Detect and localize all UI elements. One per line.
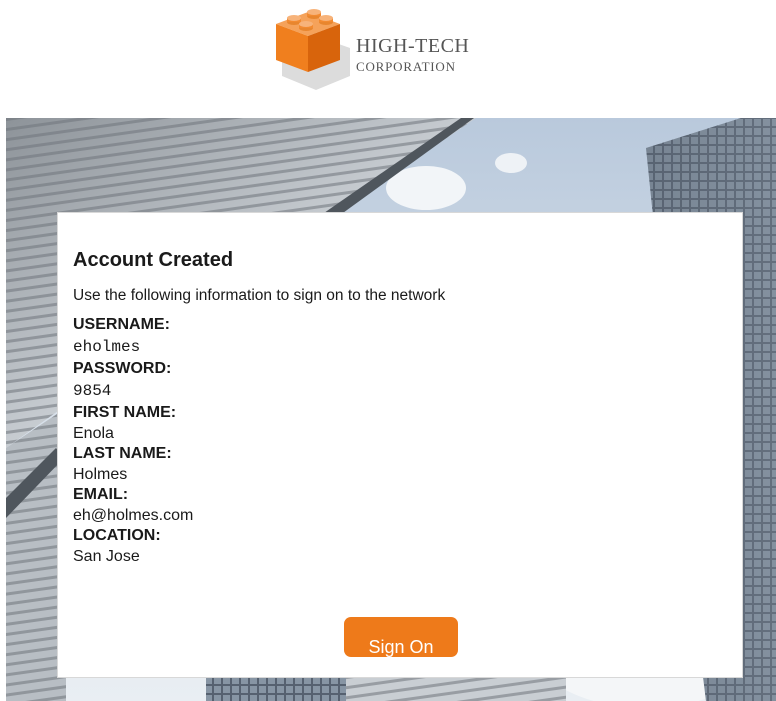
username-value: eholmes bbox=[73, 338, 141, 356]
last-name-value: Holmes bbox=[73, 466, 128, 483]
first-name-value: Enola bbox=[73, 425, 114, 442]
password-label: PASSWORD: bbox=[73, 360, 172, 377]
company-logo: HIGH-TECH CORPORATION bbox=[272, 6, 502, 90]
sign-on-button[interactable]: Sign On bbox=[344, 617, 458, 657]
page: HIGH-TECH CORPORATION Account Created Us… bbox=[0, 0, 776, 701]
brick-cube-icon bbox=[276, 9, 350, 90]
location-value: San Jose bbox=[73, 548, 140, 565]
password-value: 9854 bbox=[73, 382, 112, 400]
card-subtitle: Use the following information to sign on… bbox=[73, 287, 446, 304]
company-name-line2: CORPORATION bbox=[356, 59, 456, 74]
account-details: USERNAME: eholmes PASSWORD: 9854 FIRST N… bbox=[73, 315, 193, 567]
account-created-card: Account Created Use the following inform… bbox=[57, 212, 743, 678]
first-name-label: FIRST NAME: bbox=[73, 404, 177, 421]
username-label: USERNAME: bbox=[73, 316, 170, 333]
card-title: Account Created bbox=[73, 249, 234, 271]
email-value: eh@holmes.com bbox=[73, 507, 194, 524]
email-label: EMAIL: bbox=[73, 486, 129, 503]
company-name-line1: HIGH-TECH bbox=[356, 35, 470, 57]
company-name: HIGH-TECH CORPORATION bbox=[356, 36, 469, 73]
location-label: LOCATION: bbox=[73, 527, 161, 544]
last-name-label: LAST NAME: bbox=[73, 445, 172, 462]
